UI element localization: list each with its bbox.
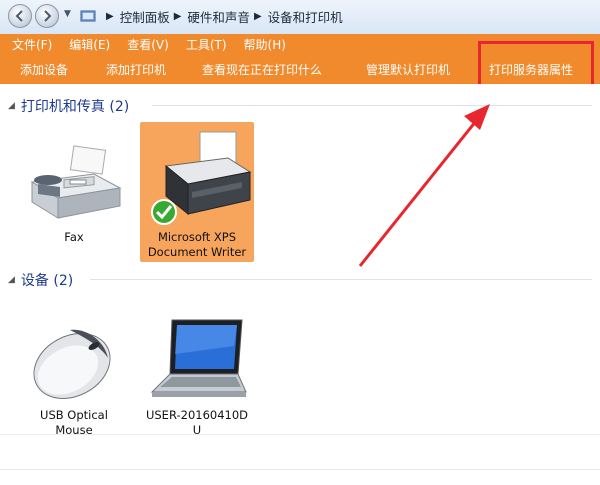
forward-button[interactable] (35, 4, 59, 28)
device-item-xps-writer[interactable]: Microsoft XPS Document Writer (140, 122, 254, 262)
add-device-button[interactable]: 添加设备 (20, 61, 68, 78)
divider-line (0, 469, 600, 470)
breadcrumb-devices-printers[interactable]: 设备和打印机 (268, 7, 343, 26)
forward-arrow-icon (44, 10, 52, 22)
device-item-laptop[interactable]: USER-20160410D U (140, 316, 254, 438)
manage-default-printers-button[interactable]: 管理默认打印机 (366, 61, 450, 78)
menu-help[interactable]: 帮助(H) (244, 36, 286, 53)
collapse-triangle-icon[interactable]: ◢ (8, 101, 15, 111)
breadcrumb: ▶ 控制面板 ▶ 硬件和声音 ▶ 设备和打印机 (80, 5, 343, 27)
back-arrow-icon (15, 10, 23, 22)
breadcrumb-separator: ▶ (173, 10, 182, 22)
back-button[interactable] (8, 4, 32, 28)
breadcrumb-separator: ▶ (253, 10, 262, 22)
breadcrumb-separator: ▶ (106, 10, 114, 22)
add-printer-button[interactable]: 添加打印机 (106, 61, 166, 78)
breadcrumb-control-panel[interactable]: 控制面板 (120, 7, 170, 26)
details-pane (0, 434, 600, 485)
group-title: 设备 (2) (20, 273, 74, 289)
group-header-devices[interactable]: ◢ 设备 (2) (8, 270, 73, 290)
device-label: Fax (64, 230, 84, 244)
annotation-arrow (358, 104, 490, 267)
collapse-triangle-icon[interactable]: ◢ (8, 275, 15, 285)
menu-edit[interactable]: 编辑(E) (69, 36, 110, 53)
printer-icon (151, 131, 252, 225)
device-item-fax[interactable]: Fax (17, 144, 131, 245)
mouse-icon (33, 329, 111, 399)
address-bar: ▼ ▶ 控制面板 ▶ 硬件和声音 ▶ 设备和打印机 (0, 0, 600, 35)
device-label-line1: USER-20160410D (145, 408, 249, 422)
menu-view[interactable]: 查看(V) (127, 36, 169, 53)
group-title: 打印机和传真 (2) (20, 99, 130, 115)
devices-content: ◢ 打印机和传真 (2) Fax Microsoft XPS Document … (0, 84, 600, 437)
device-item-usb-mouse[interactable]: USB Optical Mouse (17, 316, 131, 438)
control-panel-icon (80, 10, 96, 22)
menu-file[interactable]: 文件(F) (12, 36, 52, 53)
see-printing-button[interactable]: 查看现在正在打印什么 (202, 61, 322, 78)
fax-machine-icon (30, 145, 122, 219)
menu-tools[interactable]: 工具(T) (186, 36, 227, 53)
history-dropdown-icon[interactable]: ▼ (64, 9, 71, 19)
group-divider (90, 279, 592, 280)
group-header-printers[interactable]: ◢ 打印机和传真 (2) (8, 96, 129, 116)
menu-bar: 文件(F) 编辑(E) 查看(V) 工具(T) 帮助(H) (12, 36, 303, 53)
breadcrumb-hardware-sound[interactable]: 硬件和声音 (187, 7, 250, 26)
laptop-icon (150, 319, 247, 397)
device-label-line1: Microsoft XPS (157, 230, 237, 244)
device-label-line1: USB Optical (40, 408, 108, 422)
device-label-line2: Document Writer (147, 245, 247, 259)
